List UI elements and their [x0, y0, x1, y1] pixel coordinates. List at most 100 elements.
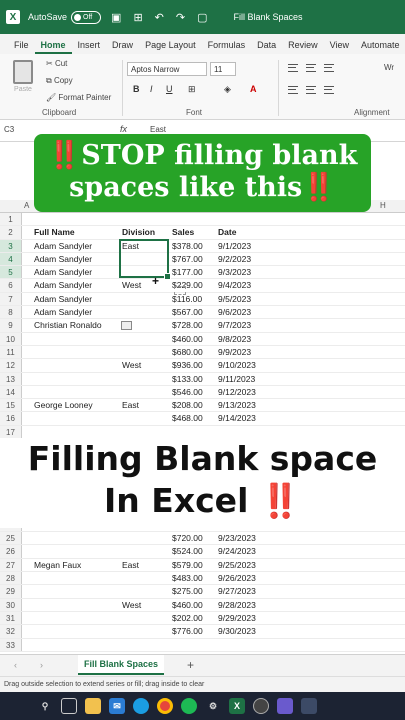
wrap-text-button[interactable]: Wr [384, 63, 394, 72]
row-number[interactable]: 12 [0, 359, 22, 372]
cell-sales[interactable]: $177.00 [172, 266, 203, 278]
cell-date[interactable]: 9/23/2023 [218, 532, 256, 544]
row-number[interactable]: 11 [0, 345, 22, 359]
cut-button[interactable]: ✂ Cut [46, 59, 67, 68]
cell-full-name[interactable]: Christian Ronaldo [34, 319, 102, 331]
cell-sales[interactable]: $728.00 [172, 319, 203, 331]
row-number[interactable]: 4 [0, 252, 22, 266]
row-number[interactable]: 14 [0, 385, 22, 399]
cell-sales[interactable]: $567.00 [172, 306, 203, 318]
cell-sales[interactable]: Sales [172, 226, 194, 238]
row-number[interactable]: 10 [0, 332, 22, 345]
row-number[interactable]: 6 [0, 279, 22, 292]
file-title[interactable]: Fill Blank Spaces [234, 12, 303, 22]
cell-date[interactable]: 9/1/2023 [218, 240, 251, 252]
cell-division[interactable]: West [122, 359, 141, 371]
cell-date[interactable]: 9/11/2023 [218, 373, 255, 385]
cell-date[interactable]: 9/30/2023 [218, 625, 256, 637]
file-explorer-icon[interactable] [85, 698, 101, 714]
edge-icon[interactable] [133, 698, 149, 714]
cell-date[interactable]: 9/7/2023 [218, 319, 251, 331]
cell-full-name[interactable]: Adam Sandyler [34, 293, 92, 305]
align-right-icon[interactable] [324, 86, 334, 94]
cell-full-name[interactable]: Megan Faux [34, 559, 81, 571]
chevron-right-icon[interactable]: › [40, 660, 43, 670]
tab-review[interactable]: Review [282, 40, 324, 54]
cell-date[interactable]: 9/25/2023 [218, 559, 256, 571]
chevron-left-icon[interactable]: ‹ [14, 660, 17, 670]
sheet-tab-fill-blank-spaces[interactable]: Fill Blank Spaces [78, 655, 165, 675]
chrome-icon[interactable] [157, 698, 173, 714]
cell-date[interactable]: 9/29/2023 [218, 612, 256, 624]
row-number[interactable]: 28 [0, 572, 22, 585]
borders-icon[interactable]: ⊞ [188, 84, 196, 95]
underline-button[interactable]: U [166, 84, 173, 94]
cell-date[interactable]: 9/12/2023 [218, 386, 256, 398]
grid-icon[interactable]: ⊞ [133, 11, 142, 24]
windows-start-icon[interactable] [14, 699, 29, 714]
row-number[interactable]: 30 [0, 598, 22, 611]
cell-sales[interactable]: $579.00 [172, 559, 203, 571]
row-number[interactable]: 5 [0, 266, 22, 279]
tab-page-layout[interactable]: Page Layout [139, 40, 202, 54]
app-icon[interactable] [277, 698, 293, 714]
align-bottom-icon[interactable] [324, 64, 334, 72]
cell-date[interactable]: 9/5/2023 [218, 293, 251, 305]
autofill-options-icon[interactable] [174, 286, 186, 295]
cell-sales[interactable]: $460.00 [172, 599, 203, 611]
cell-sales[interactable]: $275.00 [172, 585, 203, 597]
cell-division[interactable]: East [122, 399, 139, 411]
obs-icon[interactable] [253, 698, 269, 714]
spotify-icon[interactable] [181, 698, 197, 714]
format-painter-button[interactable]: 🖌 Format Painter [46, 93, 111, 102]
cell-sales[interactable]: $460.00 [172, 333, 203, 345]
excel-icon[interactable]: X [229, 698, 245, 714]
font-color-icon[interactable]: A [250, 84, 257, 94]
font-size-select[interactable]: 11 [210, 62, 236, 76]
row-number[interactable]: 29 [0, 585, 22, 598]
cell-sales[interactable]: $524.00 [172, 545, 203, 557]
row-number[interactable]: 1 [0, 213, 22, 226]
cell-division[interactable]: Division [122, 226, 155, 238]
cell-date[interactable]: 9/8/2023 [218, 333, 251, 345]
redo-icon[interactable]: ↷ [176, 11, 185, 24]
cell-sales[interactable]: $208.00 [172, 399, 203, 411]
cell-sales[interactable]: $936.00 [172, 359, 203, 371]
cell-date[interactable]: 9/24/2023 [218, 545, 256, 557]
paste-options-icon[interactable] [121, 321, 132, 330]
row-number[interactable]: 3 [0, 239, 22, 252]
task-view-icon[interactable] [61, 698, 77, 714]
column-header-h[interactable]: H [380, 201, 386, 210]
cell-division[interactable]: West [122, 599, 141, 611]
search-icon[interactable]: ⚲ [37, 698, 53, 714]
cell-sales[interactable]: $680.00 [172, 346, 203, 358]
cell-date[interactable]: 9/14/2023 [218, 412, 256, 424]
cell-date[interactable]: 9/26/2023 [218, 572, 256, 584]
cell-sales[interactable]: $767.00 [172, 253, 203, 265]
cell-date[interactable]: 9/9/2023 [218, 346, 251, 358]
row-number[interactable]: 31 [0, 611, 22, 625]
cell-division[interactable]: West [122, 279, 141, 291]
cell-sales[interactable]: $133.00 [172, 373, 203, 385]
cell-full-name[interactable]: George Looney [34, 399, 93, 411]
cell-date[interactable]: 9/6/2023 [218, 306, 251, 318]
row-number[interactable]: 32 [0, 625, 22, 638]
calculator-icon[interactable] [301, 698, 317, 714]
formula-input[interactable]: East [150, 125, 166, 134]
cell-full-name[interactable]: Adam Sandyler [34, 253, 92, 265]
cell-date[interactable]: 9/4/2023 [218, 279, 251, 291]
cell-date[interactable]: 9/3/2023 [218, 266, 251, 278]
cell-sales[interactable]: $468.00 [172, 412, 203, 424]
autosave-toggle[interactable]: Off [71, 10, 102, 24]
paste-button[interactable]: Paste [10, 60, 36, 98]
undo-icon[interactable]: ↶ [155, 11, 164, 24]
cell-sales[interactable]: $202.00 [172, 612, 203, 624]
cell-sales[interactable]: $546.00 [172, 386, 203, 398]
row-number[interactable]: 27 [0, 558, 22, 572]
tab-data[interactable]: Data [251, 40, 282, 54]
font-name-select[interactable]: Aptos Narrow [127, 62, 207, 76]
tab-insert[interactable]: Insert [72, 40, 107, 54]
align-middle-icon[interactable] [306, 64, 316, 72]
row-number[interactable]: 9 [0, 319, 22, 332]
cell-date[interactable]: 9/13/2023 [218, 399, 256, 411]
